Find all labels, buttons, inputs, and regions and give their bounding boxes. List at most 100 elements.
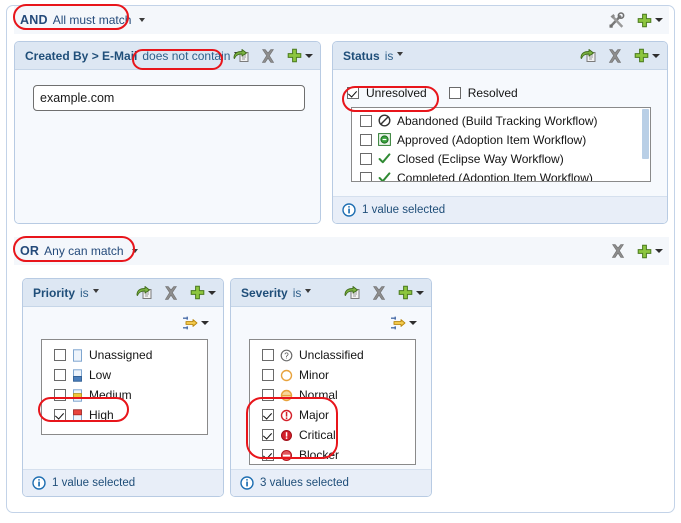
- list-item[interactable]: Unassigned: [54, 345, 207, 365]
- checkbox-icon[interactable]: [54, 349, 66, 361]
- share-reference-icon[interactable]: [580, 48, 596, 63]
- checkbox-icon[interactable]: [54, 409, 66, 421]
- delete-condition-button[interactable]: [372, 285, 386, 300]
- condition-operator-dropdown[interactable]: is: [293, 286, 302, 300]
- or-group-actions: [611, 237, 663, 265]
- move-arrow-icon[interactable]: [182, 315, 198, 331]
- green-plus-icon: [398, 285, 413, 300]
- condition-operator-dropdown[interactable]: does not contain: [142, 49, 230, 63]
- delete-condition-button[interactable]: [164, 285, 178, 300]
- list-item[interactable]: Normal: [262, 385, 415, 405]
- list-item[interactable]: ? Unclassified: [262, 345, 415, 365]
- list-item-label: Approved (Adoption Item Workflow): [397, 132, 587, 147]
- email-value-input[interactable]: [33, 85, 305, 111]
- panel-header: Created By > E-Mail does not contain: [15, 42, 320, 70]
- checkbox-icon[interactable]: [262, 349, 274, 361]
- checkbox-icon[interactable]: [360, 152, 372, 165]
- severity-blocker-icon: [280, 449, 293, 462]
- add-condition-button[interactable]: [398, 285, 424, 300]
- checkbox-row-unresolved[interactable]: Unresolved: [347, 83, 427, 102]
- list-item[interactable]: High: [54, 405, 207, 425]
- green-plus-icon: [287, 48, 302, 63]
- or-group-bar: OR Any can match: [14, 237, 669, 265]
- list-item[interactable]: Major: [262, 405, 415, 425]
- checkbox-row-resolved[interactable]: Resolved: [448, 83, 518, 102]
- chevron-down-icon: [397, 51, 404, 56]
- list-item[interactable]: Abandoned (Build Tracking Workflow): [360, 111, 650, 130]
- chevron-down-icon: [208, 290, 216, 295]
- add-condition-button[interactable]: [634, 48, 660, 63]
- delete-condition-button[interactable]: [608, 48, 622, 63]
- checkbox-icon[interactable]: [54, 389, 66, 401]
- green-plus-icon: [637, 13, 652, 27]
- checkbox-icon[interactable]: [262, 449, 274, 461]
- severity-sort-control[interactable]: [390, 315, 417, 331]
- or-operator-description: Any can match: [44, 244, 124, 258]
- delete-condition-button[interactable]: [261, 48, 275, 63]
- checkbox-icon[interactable]: [262, 389, 274, 401]
- condition-operator-dropdown[interactable]: is: [385, 49, 394, 63]
- info-circle-icon: [240, 476, 254, 490]
- add-condition-button[interactable]: [190, 285, 216, 300]
- or-operator-label: OR: [20, 244, 40, 258]
- list-item-label: Closed (Eclipse Way Workflow): [397, 151, 564, 166]
- and-group-actions: [608, 6, 663, 34]
- chevron-down-icon: [201, 321, 209, 325]
- condition-title: Severity: [241, 285, 288, 300]
- panel-footer: 1 value selected: [23, 469, 223, 496]
- checkbox-icon[interactable]: [262, 369, 274, 381]
- checkbox-icon[interactable]: [448, 86, 461, 99]
- move-arrow-icon[interactable]: [390, 315, 406, 331]
- priority-list-box[interactable]: Unassigned Low Medium High: [41, 339, 208, 435]
- closed-check-icon: [378, 152, 391, 165]
- share-reference-icon[interactable]: [344, 285, 360, 300]
- checkbox-icon[interactable]: [262, 409, 274, 421]
- condition-panel-created-by-email: Created By > E-Mail does not contain: [14, 41, 321, 224]
- condition-operator-dropdown[interactable]: is: [80, 286, 89, 300]
- condition-title: Status: [343, 48, 380, 63]
- checkbox-icon[interactable]: [360, 114, 372, 127]
- and-operator-description: All must match: [52, 13, 132, 27]
- list-item[interactable]: Medium: [54, 385, 207, 405]
- list-item-label: Abandoned (Build Tracking Workflow): [397, 113, 598, 128]
- list-item[interactable]: Approved (Adoption Item Workflow): [360, 130, 650, 149]
- list-item-label: Major: [299, 408, 330, 422]
- and-group-operator-dropdown[interactable]: AND All must match: [14, 13, 151, 27]
- priority-sort-control[interactable]: [182, 315, 209, 331]
- list-item[interactable]: Blocker: [262, 445, 415, 464]
- wrench-screwdriver-icon[interactable]: [608, 11, 625, 29]
- checkbox-icon[interactable]: [262, 429, 274, 441]
- delete-x-icon: [372, 285, 386, 300]
- chevron-down-icon: [92, 288, 99, 293]
- delete-x-icon: [608, 48, 622, 63]
- list-item[interactable]: Low: [54, 365, 207, 385]
- and-group-bar: AND All must match: [14, 6, 669, 34]
- add-condition-button[interactable]: [287, 48, 313, 63]
- add-condition-button[interactable]: [637, 244, 663, 259]
- severity-list-box[interactable]: ? Unclassified Minor Normal Major Critic…: [249, 339, 416, 465]
- list-item[interactable]: Completed (Adoption Item Workflow): [360, 168, 650, 181]
- panel-footer: 3 values selected: [231, 469, 431, 496]
- delete-x-icon: [611, 244, 625, 258]
- panel-header-actions: [233, 42, 313, 69]
- checkbox-icon[interactable]: [54, 369, 66, 381]
- status-top-options: Unresolved Resolved: [347, 83, 518, 102]
- list-item[interactable]: Minor: [262, 365, 415, 385]
- add-condition-button[interactable]: [637, 13, 663, 28]
- or-group-operator-dropdown[interactable]: OR Any can match: [14, 244, 144, 258]
- list-item-label: Medium: [89, 388, 132, 402]
- list-item-label: Unclassified: [299, 348, 364, 362]
- status-list-box[interactable]: Abandoned (Build Tracking Workflow) Appr…: [351, 107, 651, 182]
- panel-footer: 1 value selected: [333, 196, 667, 223]
- share-reference-icon[interactable]: [233, 48, 249, 63]
- checkbox-icon[interactable]: [347, 86, 359, 99]
- share-reference-icon[interactable]: [136, 285, 152, 300]
- delete-group-button[interactable]: [611, 244, 625, 258]
- checkbox-icon[interactable]: [360, 133, 372, 146]
- checkbox-icon[interactable]: [360, 171, 372, 181]
- condition-panel-severity: Severity is ? Unclassified Minor Normal …: [230, 278, 432, 497]
- panel-header-actions: [344, 279, 424, 306]
- status-list-scrollbar[interactable]: [642, 109, 649, 159]
- list-item[interactable]: Closed (Eclipse Way Workflow): [360, 149, 650, 168]
- list-item[interactable]: Critical: [262, 425, 415, 445]
